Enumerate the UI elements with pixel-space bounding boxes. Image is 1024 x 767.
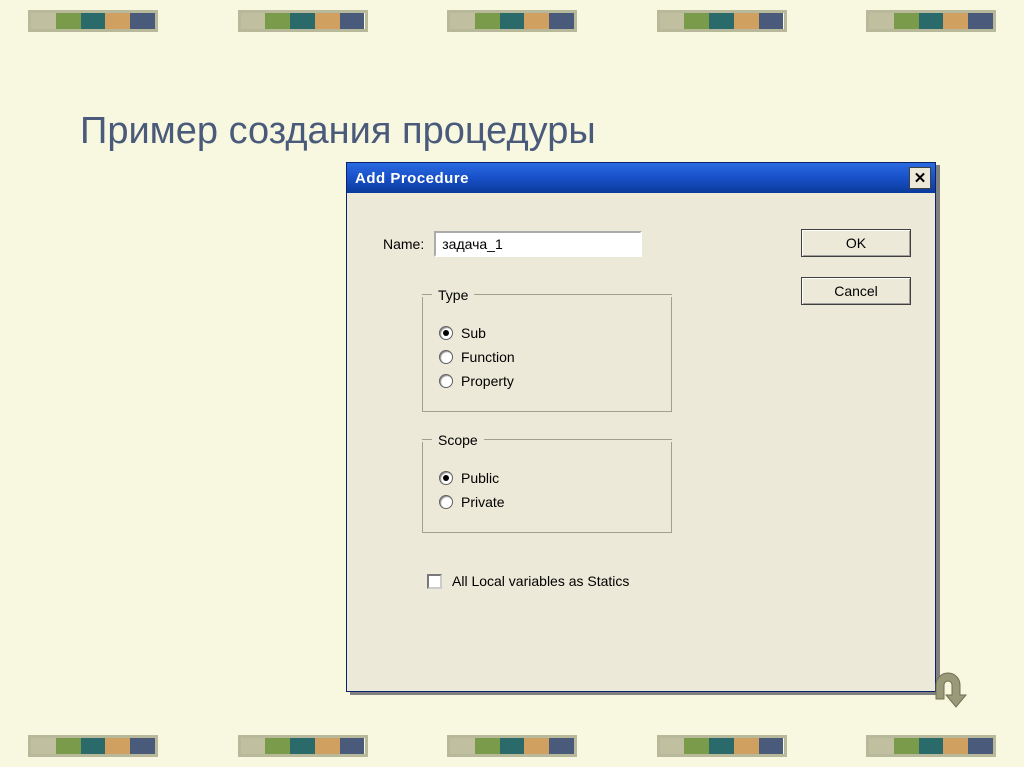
dialog-title: Add Procedure [355,170,469,187]
radio-sub[interactable]: Sub [439,325,655,341]
radio-property[interactable]: Property [439,373,655,389]
radio-label-sub: Sub [461,325,486,341]
radio-label-property: Property [461,373,514,389]
scope-group: Scope Public Private [422,442,672,533]
close-icon: ✕ [914,169,927,187]
scope-legend: Scope [432,432,484,448]
radio-icon [439,350,453,364]
decoration-bottom [0,735,1024,757]
close-button[interactable]: ✕ [909,167,931,189]
radio-label-public: Public [461,470,499,486]
return-icon[interactable] [926,669,974,717]
button-column: OK Cancel [801,229,911,305]
add-procedure-dialog: Add Procedure ✕ Name: Type Sub Function … [346,162,936,692]
radio-label-private: Private [461,494,505,510]
type-group: Type Sub Function Property [422,297,672,412]
ok-button[interactable]: OK [801,229,911,257]
titlebar: Add Procedure ✕ [347,163,935,193]
statics-checkbox-label: All Local variables as Statics [452,573,629,589]
cancel-button[interactable]: Cancel [801,277,911,305]
radio-function[interactable]: Function [439,349,655,365]
checkbox-icon [427,574,442,589]
radio-public[interactable]: Public [439,470,655,486]
name-input[interactable] [434,231,642,257]
statics-checkbox-row[interactable]: All Local variables as Statics [427,573,915,589]
decoration-top [0,10,1024,32]
name-label: Name: [383,236,424,252]
dialog-body: Name: Type Sub Function Property Scope P… [347,193,935,691]
radio-icon [439,374,453,388]
radio-icon [439,471,453,485]
radio-label-function: Function [461,349,515,365]
type-legend: Type [432,287,474,303]
radio-private[interactable]: Private [439,494,655,510]
radio-icon [439,495,453,509]
radio-icon [439,326,453,340]
page-title: Пример создания процедуры [80,110,596,153]
